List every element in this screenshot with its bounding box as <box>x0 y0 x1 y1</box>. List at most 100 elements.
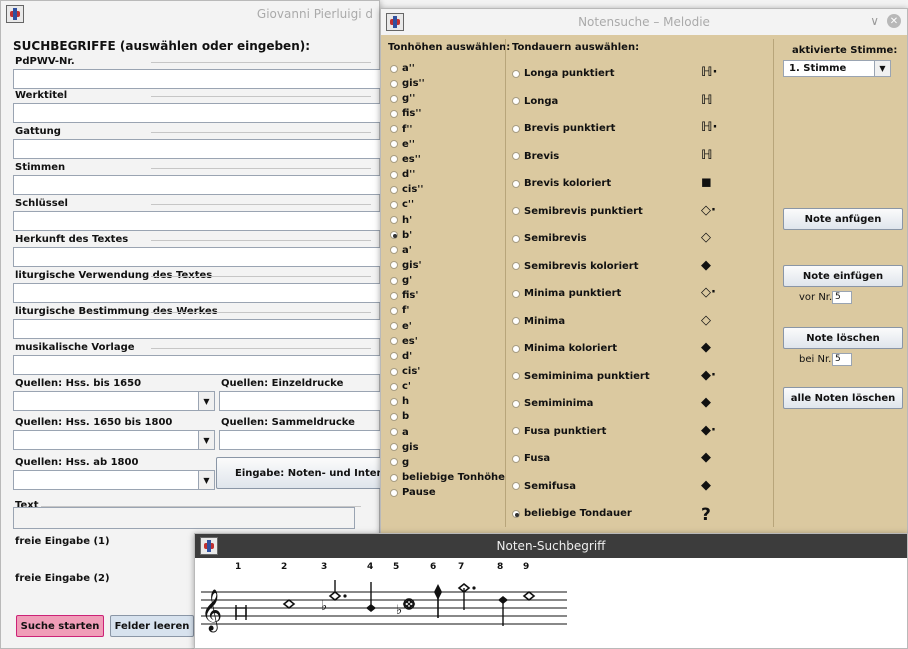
duration-radio[interactable]: Longa punktiert <box>512 68 615 79</box>
append-note-button[interactable]: Note anfügen <box>783 208 903 230</box>
note-number: 5 <box>393 562 400 572</box>
fusa-dotted-icon: ◆· <box>701 422 716 438</box>
pitch-radio[interactable]: h' <box>390 215 412 226</box>
duration-radio[interactable]: Brevis <box>512 151 559 162</box>
delete-note-button[interactable]: Note löschen <box>783 327 903 349</box>
combo-hss-bis-1650[interactable]: ▼ <box>13 391 215 411</box>
pitch-radio[interactable]: g <box>390 457 409 468</box>
duration-radio[interactable]: Minima <box>512 316 565 327</box>
close-icon[interactable]: ✕ <box>887 14 901 28</box>
duration-radio[interactable]: Semibrevis <box>512 233 587 244</box>
pitch-radio[interactable]: e'' <box>390 139 415 150</box>
duration-radio[interactable]: Semiminima punktiert <box>512 371 650 382</box>
semibrevis-icon: ◇ <box>701 230 711 245</box>
pitch-radio[interactable]: a' <box>390 245 412 256</box>
field-3-input[interactable] <box>13 175 389 195</box>
free-input-1-label: freie Eingabe (1) <box>15 536 110 547</box>
duration-radio[interactable]: Brevis koloriert <box>512 178 611 189</box>
pitch-radio[interactable]: f' <box>390 305 409 316</box>
chevron-down-icon[interactable]: ∨ <box>870 14 879 28</box>
pitch-radio[interactable]: es'' <box>390 154 421 165</box>
pitch-radio[interactable]: beliebige Tonhöhe <box>390 472 505 483</box>
pitch-radio[interactable]: gis <box>390 442 419 453</box>
pitch-radio[interactable]: gis' <box>390 260 422 271</box>
pitch-radio[interactable]: Pause <box>390 487 436 498</box>
text-field[interactable] <box>13 507 355 529</box>
combo-hss-1650-1800[interactable]: ▼ <box>13 430 215 450</box>
duration-radio[interactable]: Semibrevis punktiert <box>512 206 643 217</box>
duration-radio[interactable]: Fusa punktiert <box>512 426 606 437</box>
start-search-button[interactable]: Suche starten <box>16 615 104 637</box>
pitch-radio[interactable]: b <box>390 411 409 422</box>
pitch-radio[interactable]: f'' <box>390 124 412 135</box>
field-8-label: musikalische Vorlage <box>15 342 135 353</box>
radio-button-icon <box>390 246 398 255</box>
field-1-input[interactable] <box>13 103 389 123</box>
mensural-staff: 𝄞 ♭ ♭ <box>201 580 567 632</box>
insert-note-button[interactable]: Note einfügen <box>783 265 903 287</box>
pitch-radio[interactable]: a <box>390 427 409 438</box>
pitch-radio[interactable]: fis'' <box>390 108 422 119</box>
pitch-label: fis'' <box>402 108 422 120</box>
field-8-input[interactable] <box>13 355 389 375</box>
note-number: 6 <box>430 562 437 572</box>
pitch-radio[interactable]: gis'' <box>390 78 425 89</box>
field-0-input[interactable] <box>13 69 389 89</box>
pitch-radio[interactable]: b' <box>390 230 412 241</box>
note-number: 9 <box>523 562 530 572</box>
field-2-label: Gattung <box>15 126 61 137</box>
pitch-label: cis' <box>402 366 421 377</box>
pitch-label: gis <box>402 441 419 453</box>
field-3-label: Stimmen <box>15 162 66 173</box>
pitch-radio[interactable]: h <box>390 396 409 407</box>
minima-colored-icon: ◆ <box>701 340 711 355</box>
combo-einzeldrucke[interactable] <box>219 391 389 411</box>
combo-hss-ab-1800[interactable]: ▼ <box>13 470 215 490</box>
field-7-input[interactable] <box>13 319 389 339</box>
delete-at-field[interactable]: 5 <box>832 353 852 366</box>
duration-radio[interactable]: Minima koloriert <box>512 343 617 354</box>
duration-radio[interactable]: Longa <box>512 96 558 107</box>
field-0-label: PdPWV-Nr. <box>15 56 75 67</box>
pitch-radio[interactable]: e' <box>390 321 412 332</box>
pitch-radio[interactable]: d'' <box>390 169 415 180</box>
pitch-radio[interactable]: c' <box>390 381 411 392</box>
pitch-radio[interactable]: es' <box>390 336 418 347</box>
field-2-input[interactable] <box>13 139 389 159</box>
duration-radio[interactable]: Fusa <box>512 453 550 464</box>
main-title-bar[interactable]: Giovanni Pierluigi d <box>1 1 379 27</box>
search-term-title-bar[interactable]: Noten-Suchbegriff <box>195 534 907 558</box>
active-voice-select[interactable]: 1. Stimme ▼ <box>783 60 891 77</box>
duration-radio[interactable]: Brevis punktiert <box>512 123 615 134</box>
duration-radio[interactable]: Minima punktiert <box>512 288 621 299</box>
duration-radio[interactable]: Semibrevis koloriert <box>512 261 639 272</box>
combo-sammeldrucke[interactable] <box>219 430 389 450</box>
pitch-radio[interactable]: a'' <box>390 63 415 74</box>
duration-label: Semibrevis <box>524 233 587 244</box>
svg-text:♭: ♭ <box>396 603 402 618</box>
pitch-radio[interactable]: d' <box>390 351 412 362</box>
duration-radio[interactable]: beliebige Tondauer <box>512 508 632 519</box>
field-6-input[interactable] <box>13 283 389 303</box>
note-7-dotted-minima <box>457 582 476 610</box>
pitch-label: d'' <box>402 169 416 181</box>
duration-radio[interactable]: Semifusa <box>512 481 576 492</box>
pitch-label: es' <box>402 335 418 347</box>
delete-all-notes-button[interactable]: alle Noten löschen <box>783 387 903 409</box>
pitch-radio[interactable]: g'' <box>390 93 415 104</box>
pitch-radio[interactable]: c'' <box>390 199 414 210</box>
pitch-radio[interactable]: g' <box>390 275 412 286</box>
pitch-radio[interactable]: cis' <box>390 366 420 377</box>
clear-fields-button[interactable]: Felder leeren <box>110 615 194 637</box>
field-5-input[interactable] <box>13 247 389 267</box>
note-interval-entry-button[interactable]: Eingabe: Noten- und Intervalls <box>216 457 408 489</box>
pitch-radio[interactable]: fis' <box>390 290 418 301</box>
svg-text:♭: ♭ <box>321 599 327 614</box>
radio-button-icon <box>512 262 520 270</box>
duration-label: Fusa punktiert <box>524 425 607 437</box>
duration-radio[interactable]: Semiminima <box>512 398 593 409</box>
insert-before-field[interactable]: 5 <box>832 291 852 304</box>
pitch-radio[interactable]: cis'' <box>390 184 423 195</box>
field-4-input[interactable] <box>13 211 389 231</box>
melody-title-bar[interactable]: Notensuche – Melodie ∨ ✕ <box>381 9 907 35</box>
